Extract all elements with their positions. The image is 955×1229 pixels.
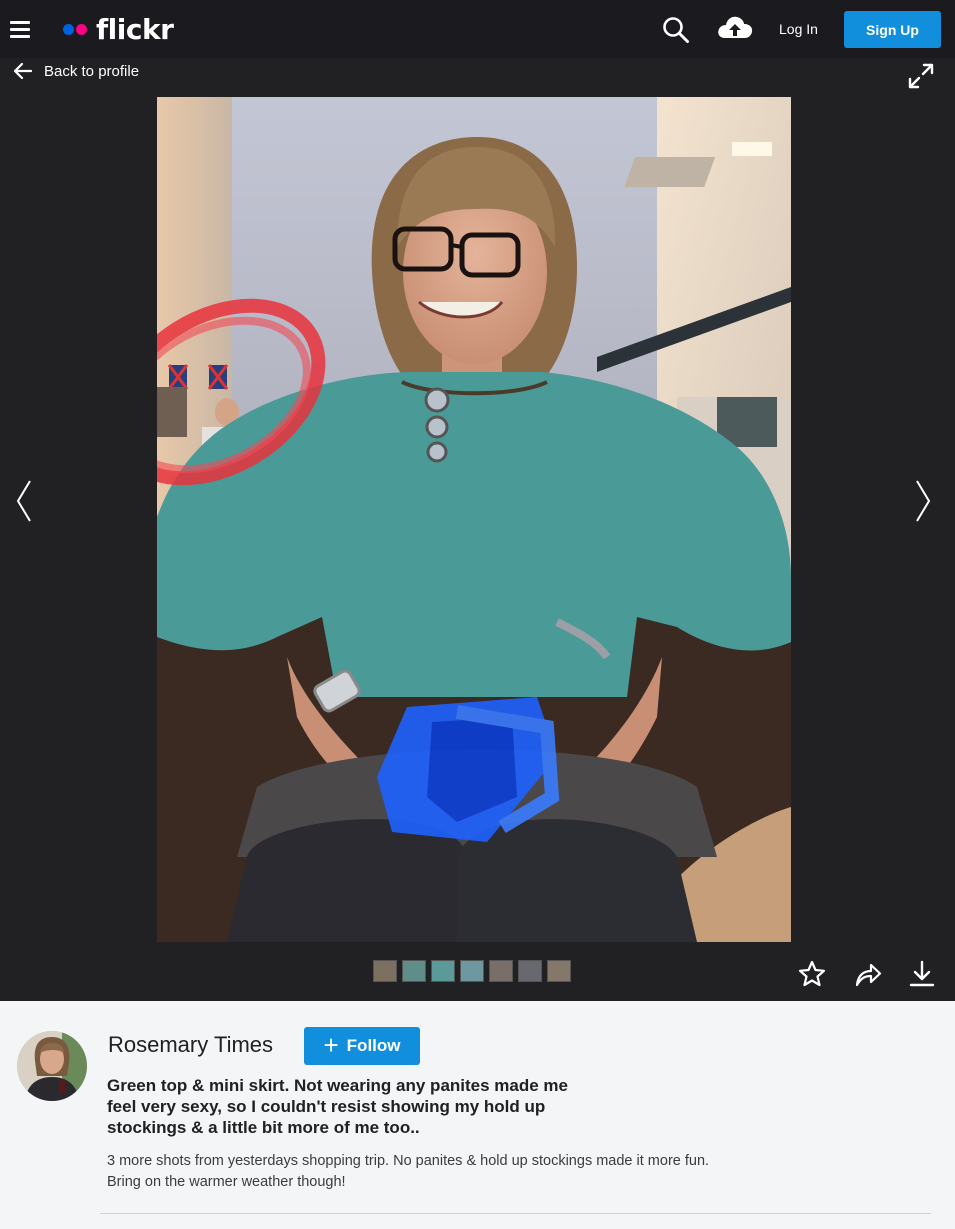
login-link[interactable]: Log In [779, 21, 818, 37]
cloud-upload-icon[interactable] [716, 13, 754, 43]
thumbnail[interactable] [402, 960, 426, 982]
thumbnail[interactable] [489, 960, 513, 982]
thumbnail[interactable] [373, 960, 397, 982]
signup-button[interactable]: Sign Up [844, 11, 941, 48]
author-name[interactable]: Rosemary Times [108, 1032, 273, 1058]
photo-title: Green top & mini skirt. Not wearing any … [107, 1076, 569, 1137]
photo-stage: Back to profile [0, 58, 955, 1001]
thumbnail[interactable] [460, 960, 484, 982]
photo-info-panel: Rosemary Times + Follow Green top & mini… [0, 1001, 955, 1229]
back-to-profile-link[interactable]: Back to profile [14, 60, 139, 82]
search-icon[interactable] [662, 16, 690, 44]
follow-button[interactable]: + Follow [304, 1027, 420, 1065]
flickr-logo[interactable]: flickr [63, 12, 174, 46]
logo-blue-dot [63, 23, 74, 35]
thumbnail[interactable] [547, 960, 571, 982]
share-icon[interactable] [853, 959, 883, 989]
avatar-image [17, 1031, 87, 1101]
download-icon[interactable] [907, 959, 937, 989]
description-line: 3 more shots from yesterdays shopping tr… [107, 1153, 710, 1169]
avatar[interactable] [17, 1031, 87, 1101]
arrow-left-icon [14, 63, 32, 79]
divider [100, 1213, 931, 1214]
photostream-thumbnails [373, 960, 576, 982]
logo-text: flickr [96, 12, 174, 46]
expand-icon[interactable] [906, 61, 936, 91]
logo-pink-dot [76, 23, 87, 35]
thumbnail[interactable] [518, 960, 542, 982]
follow-label: Follow [346, 1036, 401, 1055]
top-nav: flickr Log In Sign Up [0, 0, 955, 58]
star-icon[interactable] [797, 959, 827, 989]
back-label: Back to profile [44, 62, 140, 80]
chevron-right-icon[interactable] [911, 478, 935, 524]
photo-illustration [157, 97, 791, 942]
photo-description: 3 more shots from yesterdays shopping tr… [107, 1151, 807, 1193]
thumbnail[interactable] [431, 960, 455, 982]
chevron-left-icon[interactable] [12, 478, 36, 524]
plus-icon: + [323, 1030, 339, 1060]
hamburger-icon[interactable] [10, 21, 30, 38]
main-photo[interactable] [157, 97, 791, 942]
description-line: Bring on the warmer weather though! [107, 1174, 346, 1190]
